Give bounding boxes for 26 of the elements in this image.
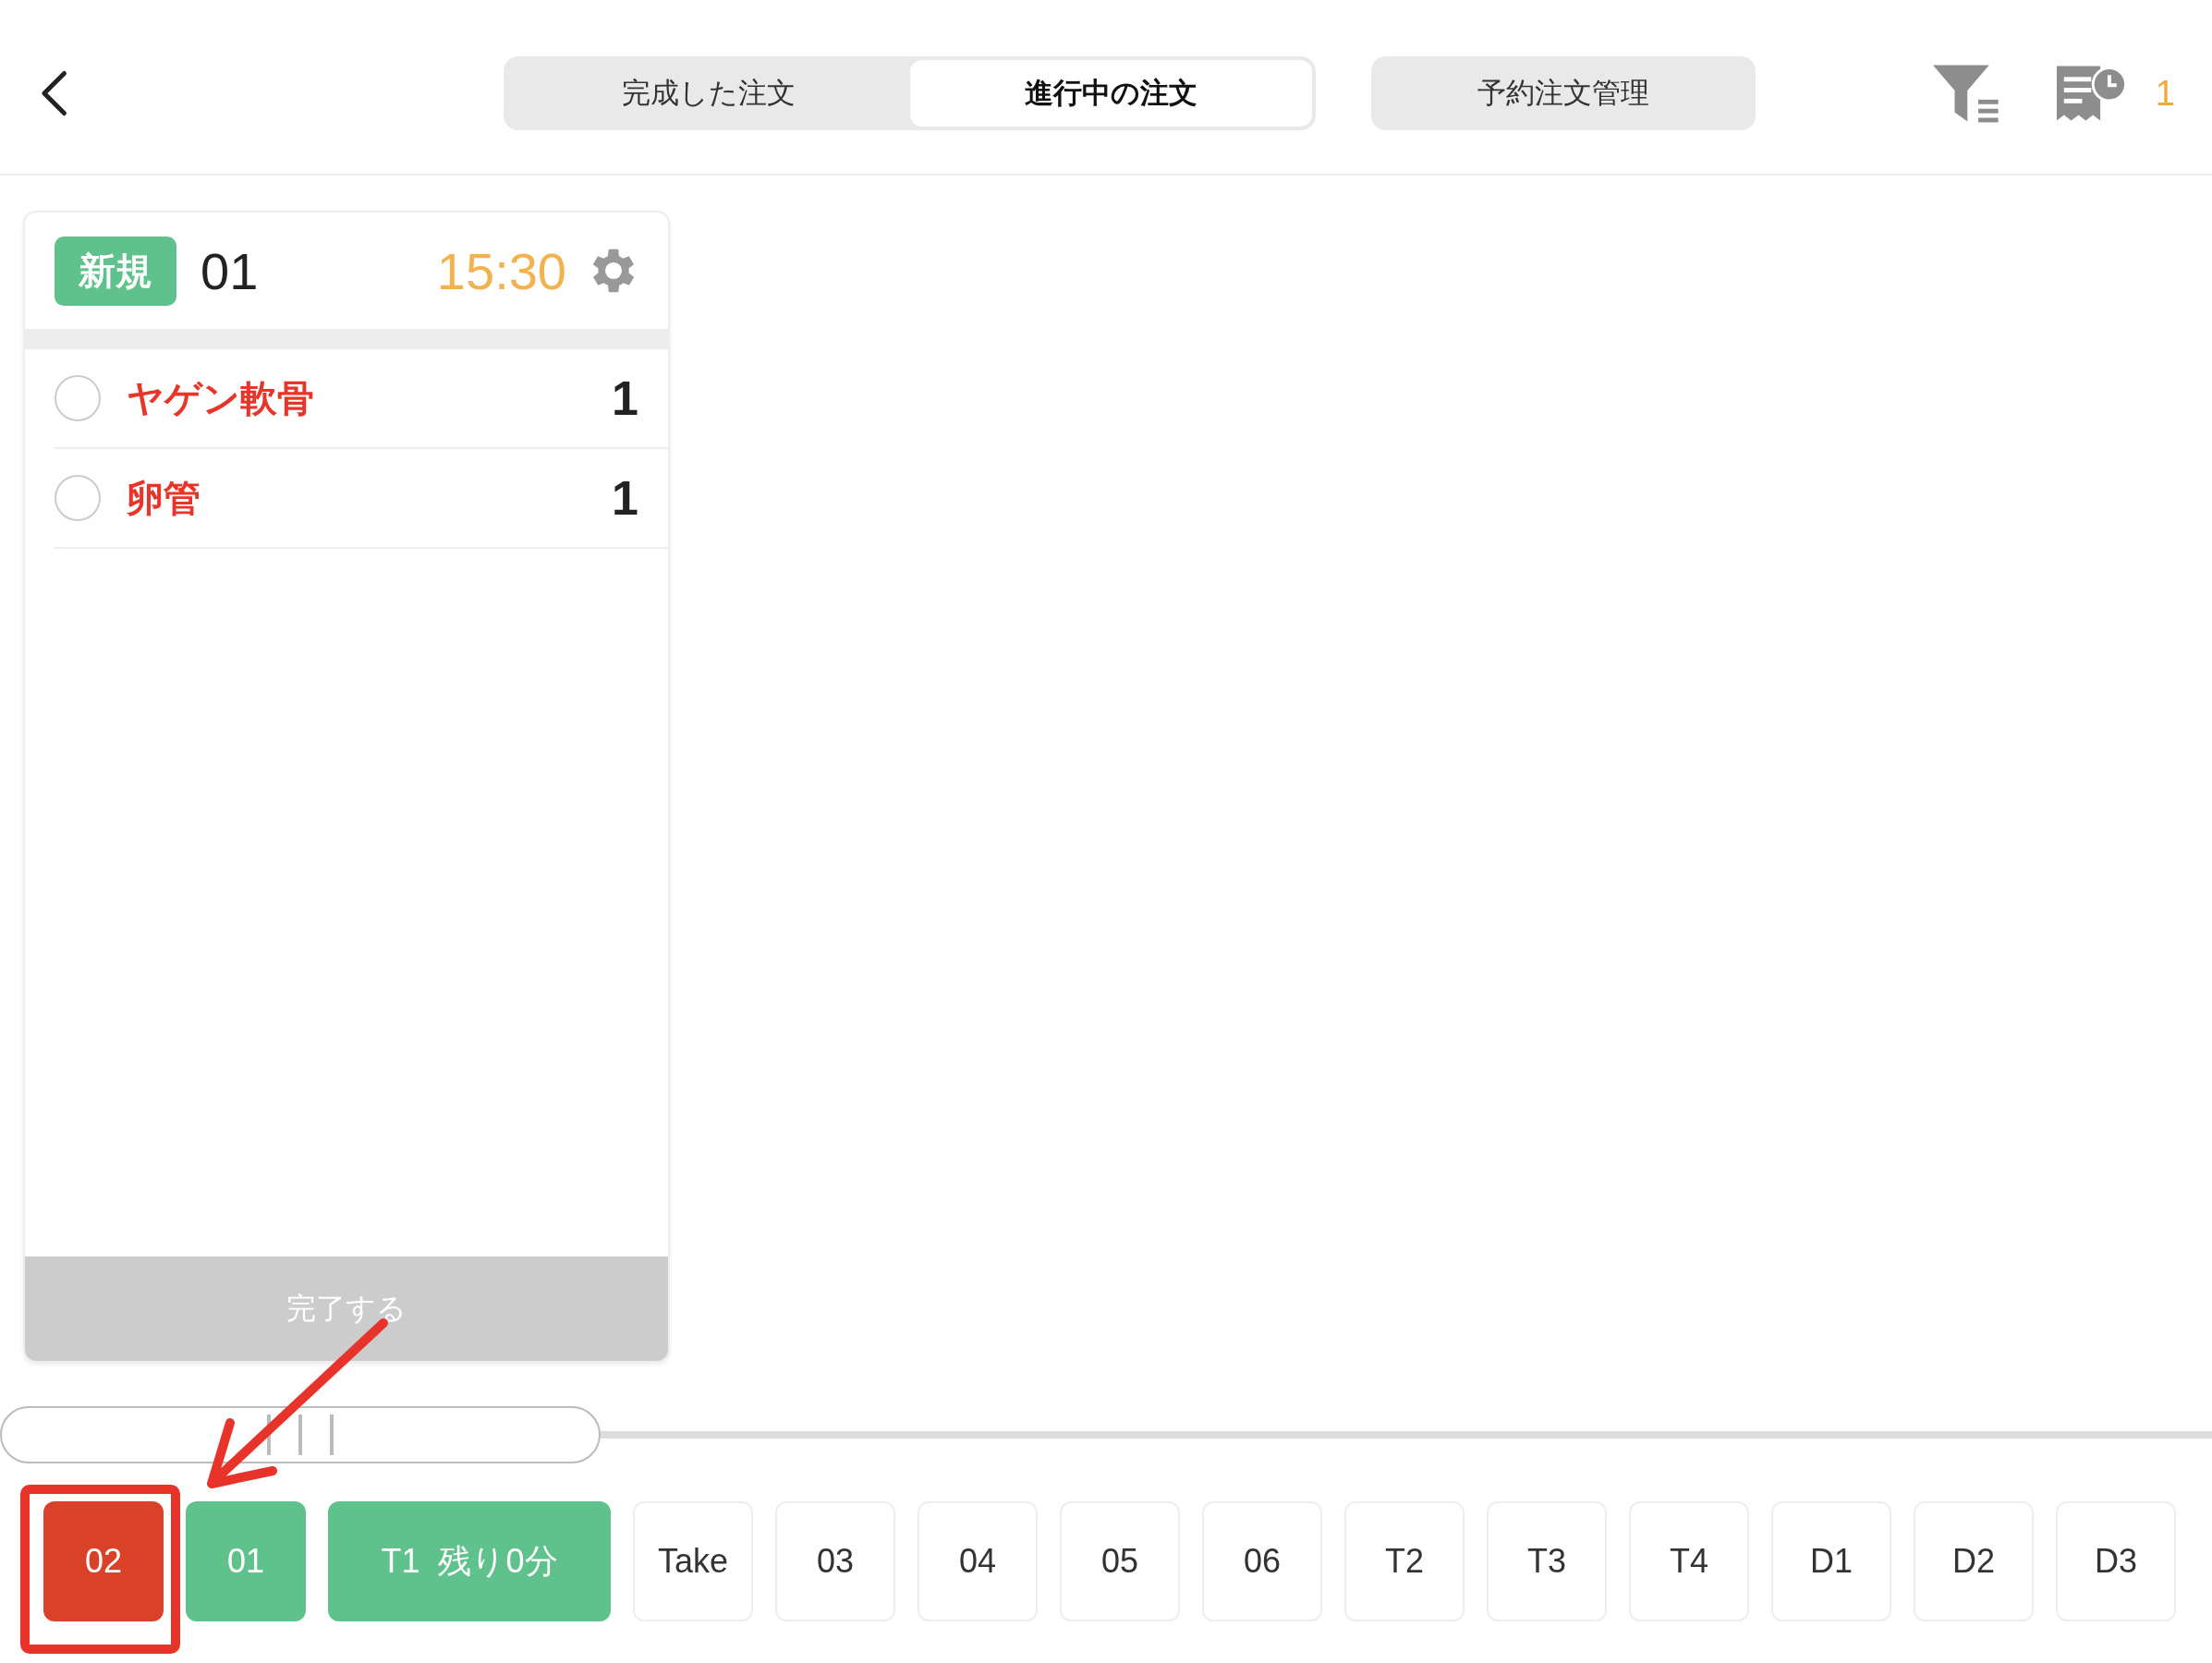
table-button[interactable]: D1 [1771,1501,1891,1621]
order-tab[interactable]: 進行中の注文 [909,60,1313,127]
item-checkbox[interactable] [55,475,101,521]
reservation-count: 1 [2155,73,2175,114]
table-button[interactable]: T3 [1487,1501,1607,1621]
table-button[interactable]: 03 [775,1501,895,1621]
item-checkbox[interactable] [55,375,101,421]
table-button[interactable]: 06 [1202,1501,1322,1621]
item-quantity: 1 [612,370,638,426]
item-name: ヤゲン軟骨 [127,376,315,420]
item-quantity: 1 [612,470,638,526]
table-number: 01 [201,240,260,301]
table-button[interactable]: D2 [1914,1501,2034,1621]
item-name: 卵管 [127,476,201,520]
order-time: 15:30 [436,240,566,301]
reservation-button[interactable]: 予約注文管理 [1371,56,1756,130]
table-button[interactable]: T2 [1344,1501,1465,1621]
table-button[interactable]: Take [633,1501,753,1621]
table-button[interactable]: 04 [918,1501,1038,1621]
order-tab[interactable]: 完成した注文 [507,60,910,127]
table-button[interactable]: 05 [1060,1501,1180,1621]
table-button[interactable]: T4 [1629,1501,1749,1621]
table-button[interactable]: D3 [2056,1501,2176,1621]
scroll-handle[interactable] [0,1406,601,1463]
table-button[interactable]: 02 [43,1501,164,1621]
new-badge: 新規 [55,236,176,306]
